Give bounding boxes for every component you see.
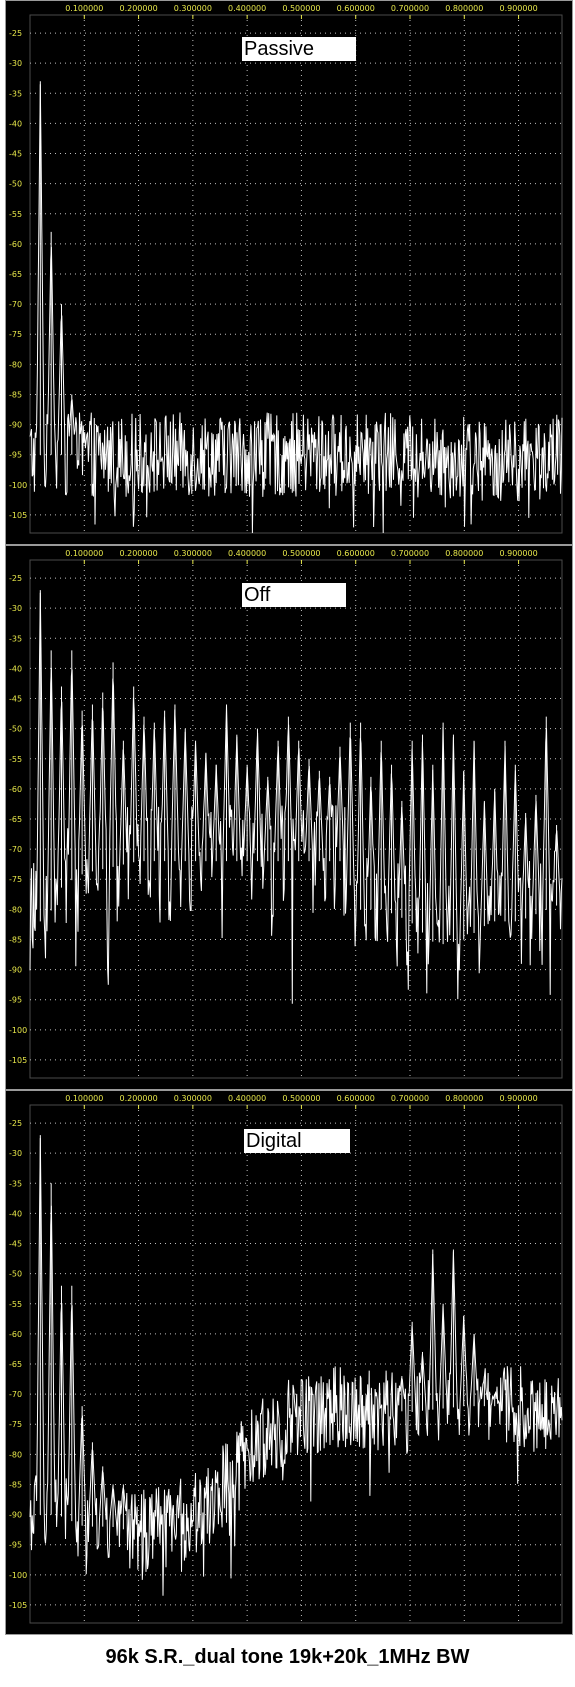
y-tick-label: -105 [9, 1601, 27, 1610]
spectrum-plot-off: 0.100000 0.200000 0.300000 0.400000 0.500000… [9, 549, 563, 1079]
x-tick-label: 0.600000 [337, 549, 375, 558]
y-tick-label: -50 [9, 725, 22, 734]
x-tick-label: 0.800000 [445, 549, 483, 558]
y-tick-label: -50 [9, 1270, 22, 1279]
y-tick-label: -95 [9, 451, 22, 460]
y-tick-label: -65 [9, 815, 22, 824]
y-tick-label: -30 [9, 59, 22, 68]
x-tick-label: 0.200000 [119, 1094, 157, 1103]
y-tick-label: -50 [9, 180, 22, 189]
x-tick-label: 0.500000 [282, 4, 320, 13]
y-tick-label: -95 [9, 1541, 22, 1550]
spectrum-panel-off: 0.100000 0.200000 0.300000 0.400000 0.500000… [5, 545, 573, 1090]
y-tick-label: -65 [9, 270, 22, 279]
panel-title-off: Off [242, 583, 346, 607]
x-tick-label: 0.200000 [119, 549, 157, 558]
x-tick-label: 0.100000 [65, 1094, 103, 1103]
y-tick-label: -70 [9, 300, 22, 309]
y-tick-label: -85 [9, 1480, 22, 1489]
x-tick-label: 0.400000 [228, 4, 266, 13]
x-tick-label: 0.800000 [445, 4, 483, 13]
panel-title-passive: Passive [242, 37, 356, 61]
y-tick-label: -75 [9, 330, 22, 339]
y-tick-label: -105 [9, 1056, 27, 1065]
x-tick-label: 0.200000 [119, 4, 157, 13]
x-tick-label: 0.600000 [337, 4, 375, 13]
y-tick-label: -60 [9, 785, 22, 794]
y-tick-label: -60 [9, 1330, 22, 1339]
y-tick-label: -90 [9, 966, 22, 975]
spectrum-trace [29, 592, 563, 1004]
x-tick-label: 0.100000 [65, 4, 103, 13]
y-tick-label: -45 [9, 150, 22, 159]
x-tick-label: 0.300000 [174, 1094, 212, 1103]
x-tick-label: 0.700000 [391, 4, 429, 13]
y-tick-label: -40 [9, 1209, 22, 1218]
x-tick-label: 0.700000 [391, 1094, 429, 1103]
y-tick-label: -105 [9, 511, 27, 520]
y-tick-label: -60 [9, 240, 22, 249]
y-tick-label: -65 [9, 1360, 22, 1369]
y-tick-label: -75 [9, 1420, 22, 1429]
y-tick-label: -30 [9, 604, 22, 613]
figure-caption: 96k S.R._dual tone 19k+20k_1MHz BW [105, 1646, 470, 1668]
y-tick-label: -90 [9, 421, 22, 430]
y-tick-label: -80 [9, 905, 22, 914]
x-tick-label: 0.800000 [445, 1094, 483, 1103]
y-tick-label: -55 [9, 1300, 22, 1309]
y-tick-label: -25 [9, 1119, 22, 1128]
y-tick-label: -100 [9, 481, 27, 490]
y-tick-label: -35 [9, 89, 22, 98]
y-tick-label: -45 [9, 1240, 22, 1249]
y-tick-label: -75 [9, 875, 22, 884]
panel-title-digital: Digital [244, 1129, 350, 1153]
x-tick-label: 0.400000 [228, 1094, 266, 1103]
x-tick-label: 0.400000 [228, 549, 266, 558]
y-tick-label: -100 [9, 1026, 27, 1035]
y-tick-label: -35 [9, 1179, 22, 1188]
y-tick-label: -70 [9, 1390, 22, 1399]
y-tick-label: -25 [9, 29, 22, 38]
x-tick-label: 0.500000 [282, 1094, 320, 1103]
y-tick-label: -25 [9, 574, 22, 583]
y-tick-label: -45 [9, 695, 22, 704]
spectrum-panel-passive: 0.100000 0.200000 0.300000 0.400000 0.500000… [5, 0, 573, 545]
y-tick-label: -100 [9, 1571, 27, 1580]
x-tick-label: 0.300000 [174, 549, 212, 558]
x-tick-label: 0.900000 [499, 1094, 537, 1103]
y-tick-label: -40 [9, 119, 22, 128]
y-tick-label: -85 [9, 390, 22, 399]
spectrum-trace [29, 1138, 563, 1596]
y-tick-label: -35 [9, 634, 22, 643]
spectrum-plot-passive: 0.100000 0.200000 0.300000 0.400000 0.500000… [9, 4, 563, 534]
y-tick-label: -30 [9, 1149, 22, 1158]
x-tick-label: 0.700000 [391, 549, 429, 558]
x-tick-label: 0.300000 [174, 4, 212, 13]
y-tick-label: -80 [9, 360, 22, 369]
x-tick-label: 0.100000 [65, 549, 103, 558]
x-tick-label: 0.900000 [499, 549, 537, 558]
spectrum-trace [29, 84, 563, 534]
y-tick-label: -80 [9, 1450, 22, 1459]
x-tick-label: 0.500000 [282, 549, 320, 558]
x-tick-label: 0.600000 [337, 1094, 375, 1103]
y-tick-label: -55 [9, 210, 22, 219]
y-tick-label: -85 [9, 935, 22, 944]
y-tick-label: -90 [9, 1511, 22, 1520]
spectrum-panel-digital: 0.100000 0.200000 0.300000 0.400000 0.500000… [5, 1090, 573, 1635]
y-tick-label: -70 [9, 845, 22, 854]
y-tick-label: -55 [9, 755, 22, 764]
y-tick-label: -40 [9, 664, 22, 673]
x-tick-label: 0.900000 [499, 4, 537, 13]
spectrum-plot-digital: 0.100000 0.200000 0.300000 0.400000 0.500000… [9, 1094, 563, 1624]
y-tick-label: -95 [9, 996, 22, 1005]
